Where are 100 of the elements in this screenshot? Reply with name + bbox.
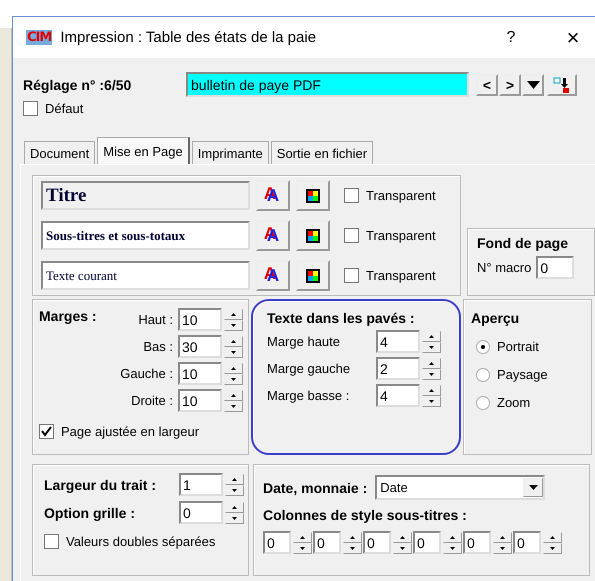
spin-up-button[interactable] (225, 502, 244, 512)
radio-button[interactable] (476, 396, 490, 410)
number-field[interactable]: 0 (363, 531, 391, 554)
spin-up-button[interactable] (422, 384, 441, 396)
spin-down-button[interactable] (443, 542, 462, 554)
tab[interactable]: Mise en Page (97, 137, 190, 164)
tab[interactable]: Document (24, 141, 96, 164)
up-arrow-icon (450, 536, 455, 538)
checkbox[interactable] (39, 424, 54, 439)
spin-down-button[interactable] (224, 346, 243, 358)
tab[interactable]: Sortie en fichier (270, 141, 374, 164)
number-field[interactable]: 0 (463, 531, 491, 554)
style-sample-field[interactable]: Sous-titres et sous-totaux (41, 221, 250, 250)
number-field[interactable]: 0 (263, 531, 291, 554)
up-arrow-icon (231, 340, 236, 342)
font-button[interactable]: A (256, 180, 290, 211)
number-field[interactable]: 1 (179, 473, 223, 496)
spin-up-button[interactable] (343, 532, 362, 542)
spin-up-button[interactable] (493, 532, 512, 542)
field-label: Date, monnaie : (263, 480, 368, 496)
style-sample-field[interactable]: Titre (41, 181, 250, 210)
spin-down-button[interactable] (225, 512, 244, 524)
spin-up-button[interactable] (443, 532, 462, 542)
help-button[interactable]: ? (501, 28, 521, 46)
number-field[interactable]: 0 (179, 501, 223, 524)
down-arrow-icon (231, 324, 236, 326)
spin-down-button[interactable] (393, 542, 412, 554)
field-label: Haut : (138, 312, 173, 327)
number-field[interactable]: 0 (313, 531, 341, 554)
field-label: Marge haute (267, 334, 341, 349)
up-arrow-icon (231, 312, 236, 316)
app-logo: CIM (26, 30, 52, 45)
group-title: Marges : (39, 308, 97, 326)
checkbox[interactable] (344, 188, 359, 203)
checkbox-label: Valeurs doubles séparées (66, 534, 216, 549)
number-field[interactable]: 10 (178, 389, 222, 412)
number-field[interactable]: 10 (178, 308, 222, 331)
down-arrow-icon (500, 546, 505, 550)
spin-up-button[interactable] (224, 336, 243, 346)
apply-button[interactable] (547, 74, 577, 96)
spin-down-button[interactable] (293, 542, 312, 554)
spin-down-button[interactable] (422, 342, 441, 352)
spin-down-button[interactable] (422, 396, 441, 406)
spin-up-button[interactable] (422, 358, 441, 368)
spin-down-button[interactable] (224, 400, 243, 412)
radio-button[interactable] (476, 340, 490, 354)
up-arrow-icon (231, 394, 236, 396)
close-button[interactable]: × (563, 24, 583, 50)
checkbox[interactable] (344, 268, 359, 283)
field-label: Option grille : (44, 504, 135, 520)
previous-button[interactable]: < (476, 74, 498, 96)
number-field[interactable]: 0 (513, 531, 541, 554)
group-title: Texte dans les pavés : (267, 310, 416, 326)
checkbox[interactable] (44, 534, 59, 549)
tab[interactable]: Imprimante (192, 141, 269, 164)
group-title: Aperçu (471, 310, 520, 326)
field-label: N° macro (477, 260, 532, 275)
down-arrow-icon (300, 546, 305, 550)
spin-down-button[interactable] (543, 542, 562, 554)
spin-down-button[interactable] (224, 320, 243, 330)
caret-icon (528, 485, 538, 490)
radio-button[interactable] (476, 368, 490, 382)
number-field[interactable]: 0 (413, 531, 441, 554)
spin-up-button[interactable] (393, 532, 412, 542)
spin-down-button[interactable] (493, 542, 512, 554)
dropdown-button[interactable] (522, 74, 544, 96)
up-arrow-icon (429, 334, 434, 338)
squares-arrow-icon (553, 76, 571, 94)
macro-field[interactable]: 0 (536, 256, 574, 279)
checkbox-label: Transparent (366, 268, 436, 283)
spin-down-button[interactable] (225, 484, 244, 496)
next-button[interactable]: > (499, 74, 521, 96)
number-field[interactable]: 2 (376, 357, 420, 380)
style-sample-field[interactable]: Texte courant (41, 261, 250, 290)
spin-up-button[interactable] (293, 532, 312, 542)
checkbox[interactable] (344, 228, 359, 243)
number-field[interactable]: 30 (178, 335, 222, 358)
down-arrow-icon (400, 546, 405, 550)
font-button[interactable]: A (256, 260, 290, 291)
spin-down-button[interactable] (224, 374, 243, 384)
number-field[interactable]: 4 (376, 330, 420, 353)
spin-up-button[interactable] (543, 532, 562, 542)
spin-up-button[interactable] (224, 362, 243, 374)
number-field[interactable]: 10 (178, 362, 222, 385)
font-button[interactable]: A (256, 220, 290, 251)
field-label: Bas : (143, 339, 173, 354)
date-dropdown[interactable]: Date (375, 475, 546, 500)
spin-up-button[interactable] (225, 474, 244, 484)
color-button[interactable] (296, 180, 330, 211)
field-label: Droite : (131, 393, 173, 408)
spin-down-button[interactable] (343, 542, 362, 554)
preset-name-field[interactable]: bulletin de paye PDF (186, 72, 469, 97)
spin-up-button[interactable] (422, 330, 441, 342)
spin-down-button[interactable] (422, 368, 441, 380)
spin-up-button[interactable] (224, 390, 243, 400)
checkbox[interactable] (23, 101, 38, 116)
radio-label: Paysage (497, 367, 548, 382)
number-field[interactable]: 4 (376, 384, 420, 407)
up-arrow-icon (350, 536, 355, 538)
spin-up-button[interactable] (224, 308, 243, 320)
